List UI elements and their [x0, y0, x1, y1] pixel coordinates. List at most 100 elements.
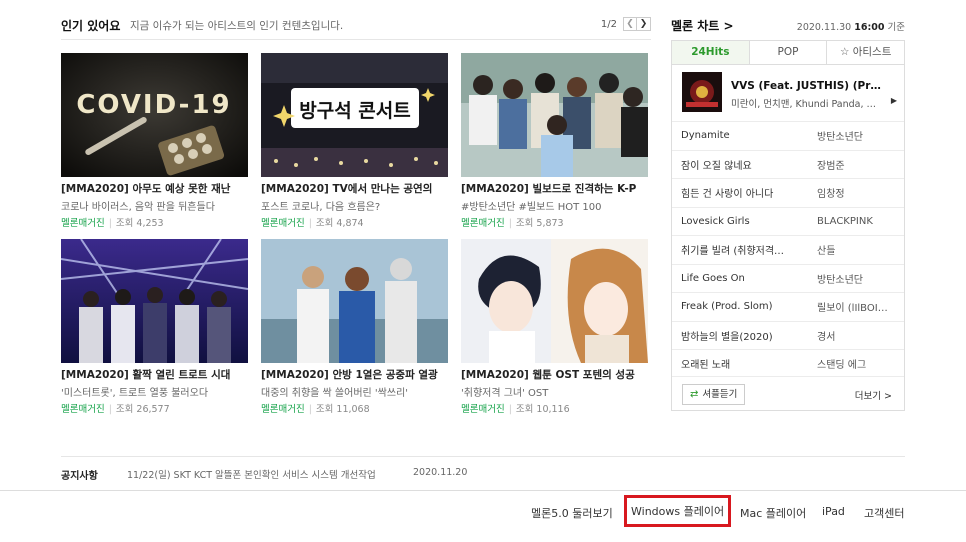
top1-artist[interactable]: 미란이, 먼치맨, Khundi Panda, … — [731, 96, 889, 110]
card-thumbnail[interactable] — [461, 53, 648, 177]
content-card-2[interactable]: 방구석 콘서트 [MMA2020] TV에서 만나는 공연의 포스트 코로나, … — [261, 53, 448, 229]
card-thumbnail[interactable] — [461, 239, 648, 363]
card-thumbnail[interactable]: 방구석 콘서트 — [261, 53, 448, 177]
content-card-6[interactable]: [MMA2020] 웹툰 OST 포텐의 성공 '취향저격 그녀' OST 멜론… — [461, 239, 648, 415]
notice-date: 2020.11.20 — [413, 467, 468, 478]
card-views: 조회 5,873 — [515, 218, 564, 229]
card-title[interactable]: [MMA2020] TV에서 만나는 공연의 — [261, 181, 448, 196]
popular-divider — [61, 39, 651, 40]
shuffle-play-button[interactable]: ⇄ 셔플듣기 — [682, 384, 746, 405]
chart-artist[interactable]: 산들 — [809, 242, 904, 257]
chart-song[interactable]: 밤하늘의 별을(2020) — [672, 328, 809, 343]
popular-header: 인기 있어요 지금 이슈가 되는 아티스트의 인기 컨텐츠입니다. 1/2 ❮ … — [61, 17, 651, 37]
chart-song[interactable]: 힘든 건 사랑이 아니다 — [672, 185, 809, 200]
shuffle-icon: ⇄ — [690, 389, 699, 400]
chart-artist[interactable]: 방탄소년단 — [809, 271, 904, 286]
card-subtitle: 대중의 취향을 싹 쓸어버린 '싹쓰리' — [261, 388, 409, 399]
chevron-right-icon[interactable]: ❯ — [637, 17, 651, 31]
card-source[interactable]: 멜론매거진 — [461, 404, 505, 415]
chart-row[interactable]: Lovesick Girls BLACKPINK — [672, 206, 904, 236]
chart-song[interactable]: Freak (Prod. Slom) — [672, 301, 809, 312]
chart-row[interactable]: 힘든 건 사랑이 아니다 임창정 — [672, 178, 904, 207]
chart-header: 멜론 차트 > 2020.11.30 16:00 기준 — [671, 17, 905, 37]
chart-song[interactable]: 잠이 오질 않네요 — [672, 157, 809, 172]
card-title[interactable]: [MMA2020] 아무도 예상 못한 재난 — [61, 181, 248, 196]
card-title[interactable]: [MMA2020] 활짝 열린 트로트 시대 — [61, 367, 248, 382]
card-source[interactable]: 멜론매거진 — [61, 218, 105, 229]
concert-thumbnail-image: 방구석 콘서트 — [261, 53, 448, 177]
tab-pop[interactable]: POP — [748, 41, 827, 64]
more-link[interactable]: 더보기 > — [855, 388, 892, 402]
content-card-5[interactable]: [MMA2020] 안방 1열은 공중파 열광 대중의 취향을 싹 쓸어버린 '… — [261, 239, 448, 415]
chart-row[interactable]: 잠이 오질 않네요 장범준 — [672, 149, 904, 179]
chart-tabs: 24Hits POP ☆ 아티스트 — [671, 40, 905, 65]
chart-artist[interactable]: 장범준 — [809, 157, 904, 172]
card-subtitle: #방탄소년단 #빌보드 HOT 100 — [461, 202, 602, 213]
popular-pager: 1/2 ❮ ❯ — [601, 17, 651, 31]
chart-list: Dynamite 방탄소년단 잠이 오질 않네요 장범준 힘든 건 사랑이 아니다 임… — [672, 121, 904, 378]
card-subtitle: '미스터트롯', 트로트 열풍 불러오다 — [61, 388, 209, 399]
chart-date: 2020.11.30 16:00 기준 — [796, 22, 905, 33]
tab-24hits[interactable]: 24Hits — [672, 41, 749, 64]
footer-link-support[interactable]: 고객센터 — [864, 505, 904, 521]
chart-row[interactable]: Dynamite 방탄소년단 — [672, 121, 904, 150]
notice-link[interactable]: 11/22(일) SKT KCT 알뜰폰 본인확인 서비스 시스템 개선작업 — [127, 467, 376, 481]
chart-row[interactable]: Freak (Prod. Slom) 릴보이 (lIlBOI… — [672, 292, 904, 321]
chart-row[interactable]: 밤하늘의 별을(2020) 경서 — [672, 320, 904, 350]
card-views: 조회 4,253 — [115, 218, 164, 229]
chart-song[interactable]: 취기를 빌려 (취향저격… — [672, 242, 809, 257]
chart-row[interactable]: 오래된 노래 스탠딩 에그 — [672, 349, 904, 378]
footer-link-mac-player[interactable]: Mac 플레이어 — [740, 505, 806, 521]
popular-title: 인기 있어요 — [61, 19, 121, 33]
chart-artist[interactable]: 방탄소년단 — [809, 128, 904, 143]
melon-chart-panel: 멜론 차트 > 2020.11.30 16:00 기준 24Hits POP ☆… — [671, 17, 905, 411]
card-meta: 멜론매거진 | 조회 10,116 — [461, 404, 570, 415]
card-thumbnail[interactable] — [61, 239, 248, 363]
chart-artist[interactable]: 임창정 — [809, 185, 904, 200]
card-source[interactable]: 멜론매거진 — [461, 218, 505, 229]
webtoon-thumbnail-image — [461, 239, 648, 363]
album-art-image — [682, 72, 722, 112]
covid-thumbnail-image: COVID-19 — [61, 53, 248, 177]
card-title[interactable]: [MMA2020] 빌보드로 진격하는 K-P — [461, 181, 648, 196]
card-meta: 멜론매거진 | 조회 11,068 — [261, 404, 370, 415]
play-arrow-icon[interactable]: ▶ — [891, 96, 897, 105]
card-meta: 멜론매거진 | 조회 26,577 — [61, 404, 170, 415]
card-title[interactable]: [MMA2020] 웹툰 OST 포텐의 성공 — [461, 367, 648, 382]
card-views: 조회 26,577 — [115, 404, 170, 415]
chart-row[interactable]: Life Goes On 방탄소년단 — [672, 263, 904, 293]
chart-row[interactable]: 취기를 빌려 (취향저격… 산들 — [672, 235, 904, 264]
top1-song[interactable]: VVS (Feat. JUSTHIS) (Pr… — [731, 80, 891, 92]
chart-song[interactable]: Life Goes On — [672, 273, 809, 284]
chart-artist[interactable]: 스탠딩 에그 — [809, 356, 904, 371]
chart-song[interactable]: Lovesick Girls — [672, 216, 809, 227]
chart-title-link[interactable]: 멜론 차트 > — [671, 17, 734, 34]
chart-artist[interactable]: 릴보이 (lIlBOI… — [809, 299, 904, 314]
content-card-1[interactable]: COVID-19 [MMA2020] 아무도 예상 못한 재난 코로나 바이러스… — [61, 53, 248, 229]
tab-artist[interactable]: ☆ 아티스트 — [826, 41, 905, 64]
footer-link-ipad[interactable]: iPad — [822, 505, 845, 518]
content-card-4[interactable]: [MMA2020] 활짝 열린 트로트 시대 '미스터트롯', 트로트 열풍 불… — [61, 239, 248, 415]
chevron-left-icon[interactable]: ❮ — [623, 17, 637, 31]
content-card-3[interactable]: [MMA2020] 빌보드로 진격하는 K-P #방탄소년단 #빌보드 HOT … — [461, 53, 648, 229]
footer-link-windows-player[interactable]: Windows 플레이어 — [624, 495, 732, 527]
chart-artist[interactable]: 경서 — [809, 328, 904, 343]
chart-song[interactable]: Dynamite — [672, 130, 809, 141]
chart-song[interactable]: 오래된 노래 — [672, 356, 809, 371]
chart-artist[interactable]: BLACKPINK — [809, 216, 904, 227]
card-meta: 멜론매거진 | 조회 4,253 — [61, 218, 164, 229]
chart-footer: ⇄ 셔플듣기 더보기 > — [672, 376, 904, 410]
card-source[interactable]: 멜론매거진 — [61, 404, 105, 415]
footer-link-melon-tour[interactable]: 멜론5.0 둘러보기 — [531, 505, 613, 521]
card-source[interactable]: 멜론매거진 — [261, 404, 305, 415]
card-thumbnail[interactable]: COVID-19 — [61, 53, 248, 177]
card-title[interactable]: [MMA2020] 안방 1열은 공중파 열광 — [261, 367, 448, 382]
card-views: 조회 11,068 — [315, 404, 370, 415]
card-thumbnail[interactable] — [261, 239, 448, 363]
trio-thumbnail-image — [261, 239, 448, 363]
chart-top1[interactable]: VVS (Feat. JUSTHIS) (Pr… 미란이, 먼치맨, Khund… — [682, 72, 897, 114]
footer-links: 멜론5.0 둘러보기 Windows 플레이어 Mac 플레이어 iPad 고객… — [0, 491, 966, 542]
notice-label: 공지사항 — [61, 471, 98, 482]
card-subtitle: 코로나 바이러스, 음악 판을 뒤흔들다 — [61, 202, 215, 213]
card-source[interactable]: 멜론매거진 — [261, 218, 305, 229]
